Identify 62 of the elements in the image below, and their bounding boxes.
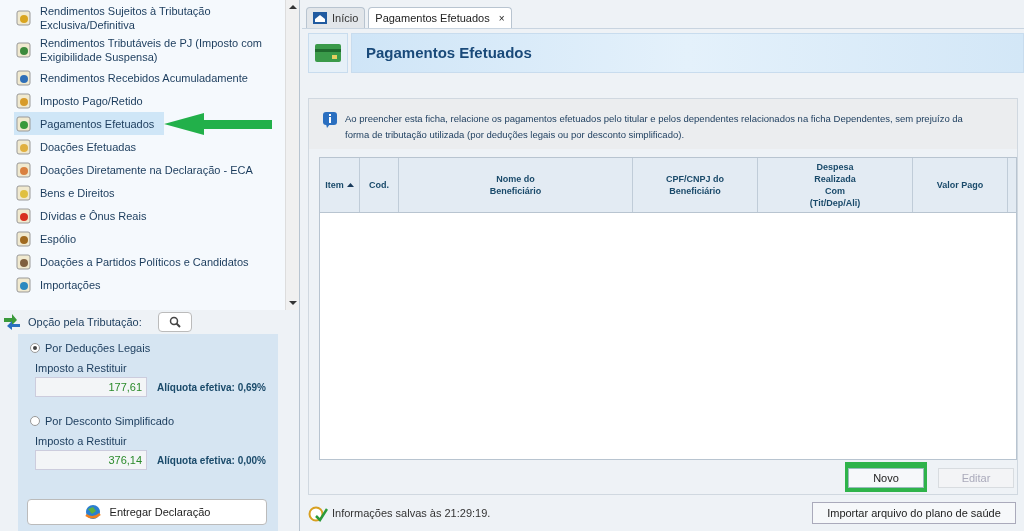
action-button[interactable]: Novo — [848, 468, 924, 489]
item-icon — [14, 68, 34, 87]
radio-button[interactable] — [30, 343, 40, 354]
sidebar-item[interactable]: Doações Efetuadas — [14, 135, 276, 158]
column-header[interactable]: Valor Pago — [913, 158, 1008, 212]
sidebar-item[interactable]: Bens e Direitos — [14, 181, 276, 204]
swap-arrows-icon — [4, 314, 20, 330]
card-icon — [315, 44, 341, 62]
scrollbar[interactable] — [285, 0, 299, 310]
close-icon[interactable]: × — [498, 10, 505, 26]
info-icon — [323, 112, 337, 128]
tab[interactable]: Início — [306, 7, 366, 28]
import-button[interactable]: Importar arquivo do plano de saúde — [812, 502, 1016, 524]
tab[interactable]: Pagamentos Efetuados × — [368, 7, 512, 28]
column-header[interactable]: Despesa Realizada Com (Tit/Dep/Ali) — [758, 158, 913, 212]
search-icon — [168, 316, 181, 328]
item-icon — [14, 114, 34, 133]
column-header[interactable]: Cod. — [360, 158, 399, 212]
sidebar-item[interactable]: Doações a Partidos Políticos e Candidatos — [14, 250, 276, 273]
submit-button[interactable]: Entregar Declaração — [27, 499, 267, 525]
sidebar-item[interactable]: Rendimentos Sujeitos à Tributação Exclusiva/Definitiva — [14, 2, 276, 34]
sidebar-item[interactable]: Doações Diretamente na Declaração - ECA — [14, 158, 276, 181]
item-icon — [14, 41, 34, 59]
item-icon — [14, 229, 34, 248]
effective-rate: Alíquota efetiva: 0,00% — [157, 453, 266, 468]
sidebar-item[interactable]: Dívidas e Ônus Reais — [14, 204, 276, 227]
option-label: Por Deduções Legais — [45, 341, 151, 356]
column-header[interactable]: CPF/CNPJ do Beneficiário — [633, 158, 758, 212]
amount-field[interactable]: 376,14 — [35, 450, 148, 470]
item-icon — [14, 160, 34, 179]
status-text: Informações salvas às 21:29:19. — [332, 505, 491, 521]
sidebar-item[interactable]: Importações — [14, 273, 276, 296]
item-icon — [14, 183, 34, 202]
sidebar-item[interactable]: Imposto Pago/Retido — [14, 89, 276, 112]
scroll-down-icon[interactable] — [288, 300, 297, 306]
stopwatch-check-icon — [308, 504, 328, 522]
taxation-label: Opção pela Tributação: — [28, 314, 142, 330]
sidebar-item[interactable]: Espólio — [14, 227, 276, 250]
column-header[interactable]: Item — [320, 158, 360, 212]
search-button[interactable] — [157, 312, 192, 332]
globe-icon — [83, 503, 102, 521]
amount-field[interactable]: 177,61 — [35, 377, 148, 397]
item-icon — [14, 137, 34, 156]
item-icon — [14, 9, 34, 27]
item-icon — [14, 275, 34, 294]
field-label: Imposto a Restituir — [35, 433, 128, 449]
sort-ascending-icon — [346, 183, 354, 187]
sidebar-item[interactable]: Rendimentos Recebidos Acumuladamente — [14, 66, 276, 89]
info-text: Ao preencher esta ficha, relacione os pagamentos efetuados pelo titular e pelos dependentes relacionados na ficha Dependentes, sem prejuízo da forma de tributação utilizada (por deduções legais ou por desconto simplificado). — [345, 112, 963, 142]
item-icon — [14, 206, 34, 225]
scroll-up-icon[interactable] — [288, 4, 297, 10]
sidebar-item[interactable]: Pagamentos Efetuados — [14, 112, 164, 135]
field-label: Imposto a Restituir — [35, 360, 128, 376]
item-icon — [14, 91, 34, 110]
option-label: Por Desconto Simplificado — [45, 414, 174, 429]
item-icon — [14, 252, 34, 271]
effective-rate: Alíquota efetiva: 0,69% — [157, 380, 266, 395]
radio-button[interactable] — [30, 416, 40, 427]
page-title: Pagamentos Efetuados — [366, 42, 532, 63]
column-header[interactable]: Nome do Beneficiário — [399, 158, 633, 212]
sidebar-item[interactable]: Rendimentos Tributáveis de PJ (Imposto com Exigibilidade Suspensa) — [14, 34, 276, 66]
home-icon — [313, 12, 327, 24]
